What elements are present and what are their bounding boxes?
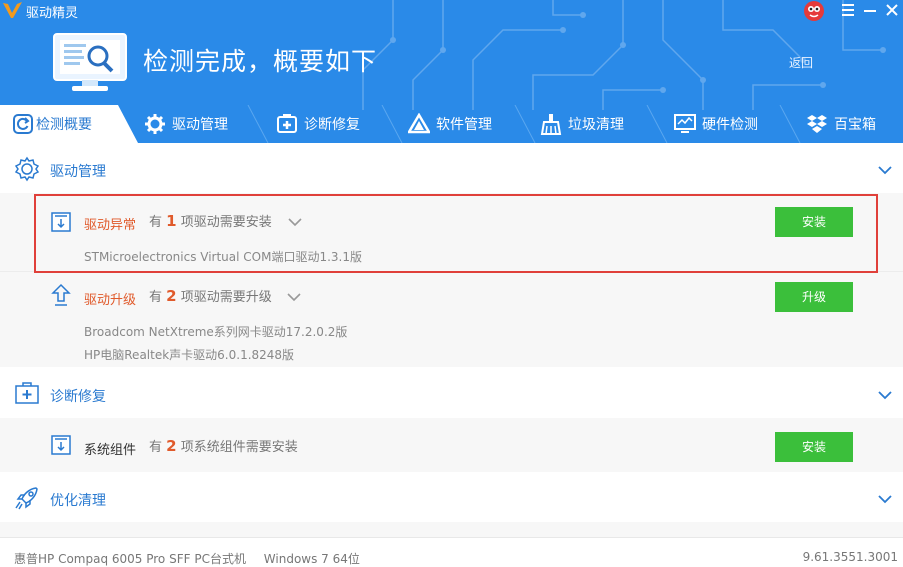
list-item: Broadcom NetXtreme系列网卡驱动17.2.0.2版 <box>84 325 348 339</box>
tab-hardware-check[interactable]: 硬件检测 <box>674 105 758 143</box>
medkit-icon <box>277 114 297 133</box>
upgrade-arrow-icon <box>51 283 71 306</box>
version-number: 9.61.3551.3001 <box>802 550 898 564</box>
os-info: Windows 7 64位 <box>263 552 360 566</box>
chevron-down-icon[interactable] <box>877 390 893 400</box>
broom-icon <box>540 114 562 135</box>
tab-label: 软件管理 <box>436 117 492 133</box>
main-tabs: 检测概要 驱动管理 诊断修复 软件管理 垃圾清理 硬件检测 百宝箱 <box>0 105 903 143</box>
app-header: 驱动精灵 检测完成，概要如下 返回 检测概要 驱动管理 诊断修复 软件管理 垃圾… <box>0 0 903 143</box>
app-logo-icon <box>3 2 22 18</box>
tab-diagnose-repair[interactable]: 诊断修复 <box>276 105 360 143</box>
title-bar: 驱动精灵 <box>0 0 903 22</box>
section-title: 优化清理 <box>50 493 106 509</box>
page-headline: 检测完成，概要如下 <box>143 47 378 76</box>
chevron-down-icon[interactable] <box>877 165 893 175</box>
section-optimize-header[interactable]: 优化清理 <box>0 472 903 522</box>
diagnose-panel: 系统组件 有 2 项系统组件需要安装 安装 <box>0 418 903 472</box>
list-item: HP电脑Realtek声卡驱动6.0.1.8248版 <box>84 348 295 362</box>
install-box-icon <box>51 435 71 455</box>
gear-icon <box>145 114 165 134</box>
tab-toolbox[interactable]: 百宝箱 <box>806 105 876 143</box>
tab-label: 硬件检测 <box>702 117 758 133</box>
mascot-icon[interactable] <box>803 0 825 22</box>
tab-label: 百宝箱 <box>834 117 876 133</box>
section-driver-header[interactable]: 驱动管理 <box>0 143 903 193</box>
refresh-icon <box>13 114 33 134</box>
chevron-down-icon[interactable] <box>287 293 301 302</box>
medkit-icon <box>15 382 39 404</box>
section-diagnose-header[interactable]: 诊断修复 <box>0 368 903 418</box>
rocket-icon <box>15 487 38 510</box>
tab-label: 驱动管理 <box>172 117 228 133</box>
dropbox-icon <box>807 115 827 133</box>
system-component-count: 2 <box>166 437 177 455</box>
machine-info: 惠普HP Compaq 6005 Pro SFF PC台式机 Windows 7… <box>14 550 360 567</box>
monitor-icon <box>674 114 696 133</box>
app-title: 驱动精灵 <box>26 6 79 21</box>
highlight-box <box>34 194 878 273</box>
scan-monitor-icon <box>53 33 127 91</box>
chevron-down-icon[interactable] <box>877 494 893 504</box>
close-icon[interactable] <box>881 0 903 20</box>
upgrade-driver-button[interactable]: 升级 <box>775 282 853 312</box>
machine-model: 惠普HP Compaq 6005 Pro SFF PC台式机 <box>14 552 246 566</box>
tab-junk-cleanup[interactable]: 垃圾清理 <box>540 105 624 143</box>
status-bar: 惠普HP Compaq 6005 Pro SFF PC台式机 Windows 7… <box>0 537 903 566</box>
tab-label: 诊断修复 <box>304 117 360 133</box>
tab-software-management[interactable]: 软件管理 <box>408 105 492 143</box>
tab-label: 检测概要 <box>36 117 92 133</box>
gear-icon <box>14 156 40 182</box>
back-link[interactable]: 返回 <box>789 54 813 71</box>
menu-icon[interactable] <box>837 0 859 20</box>
optimize-panel <box>0 522 903 537</box>
driver-upgrade-title: 驱动升级 <box>84 293 137 308</box>
tab-label: 垃圾清理 <box>568 117 624 133</box>
driver-upgrade-count: 2 <box>166 287 177 305</box>
minimize-icon[interactable] <box>859 0 881 20</box>
section-title: 驱动管理 <box>50 164 106 180</box>
section-title: 诊断修复 <box>50 389 106 405</box>
system-component-title: 系统组件 <box>84 443 137 458</box>
driver-upgrade-desc: 有 2 项驱动需要升级 <box>149 287 272 305</box>
triangle-icon <box>408 113 430 134</box>
tab-driver-management[interactable]: 驱动管理 <box>144 105 228 143</box>
tab-overview[interactable]: 检测概要 <box>12 105 92 143</box>
system-component-desc: 有 2 项系统组件需要安装 <box>149 437 298 455</box>
install-component-button[interactable]: 安装 <box>775 432 853 462</box>
